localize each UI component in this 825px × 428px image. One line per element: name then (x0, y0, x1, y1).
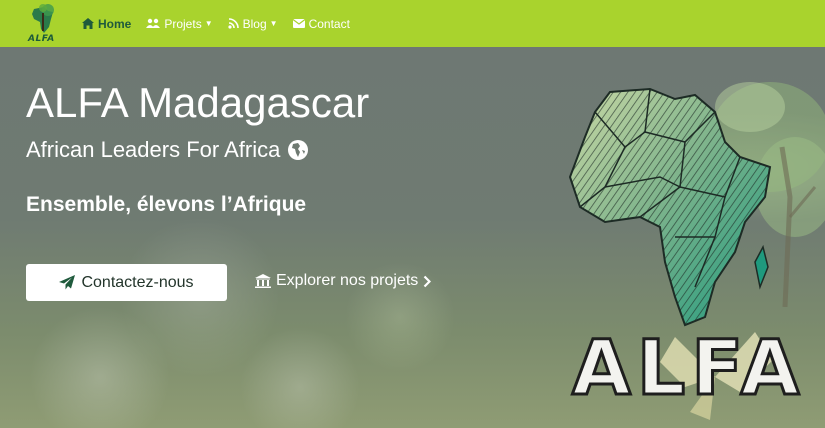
alfa-artwork-text: ALFA (570, 323, 806, 412)
nav-blog[interactable]: Blog ▼ (228, 17, 278, 31)
paper-plane-icon (59, 275, 76, 290)
nav-home-label: Home (98, 16, 132, 31)
explore-projects-label: Explorer nos projets (276, 272, 419, 289)
nav-blog-label: Blog (242, 16, 267, 31)
brand-logo[interactable]: ALFA (26, 3, 60, 45)
hero-section: ALFA ALFA Madagascar African Leaders For… (0, 47, 825, 428)
users-icon (146, 18, 161, 28)
explore-projects-link[interactable]: Explorer nos projets (255, 272, 432, 290)
nav-projets[interactable]: Projets ▼ (146, 16, 213, 31)
chevron-right-icon (424, 275, 432, 287)
contact-button-label: Contactez-nous (81, 273, 194, 291)
africa-tree-logo-icon (32, 3, 54, 33)
hero-subtitle-row: African Leaders For Africa (26, 137, 309, 163)
hero-tagline: Ensemble, élevons l’Afrique (26, 193, 307, 216)
chevron-down-icon: ▼ (269, 19, 278, 28)
brand-text: ALFA (28, 33, 55, 44)
africa-map-illustration (568, 87, 772, 327)
envelope-icon (292, 19, 305, 28)
nav-home[interactable]: Home (82, 17, 131, 31)
hero-title: ALFA Madagascar (26, 79, 370, 126)
contact-button[interactable]: Contactez-nous (26, 264, 227, 301)
nav-contact-label: Contact (308, 16, 350, 31)
top-navbar: ALFA Home Projets ▼ Blog ▼ Contact (0, 0, 825, 47)
nav-projets-label: Projets (164, 16, 202, 31)
chevron-down-icon: ▼ (204, 19, 213, 28)
home-icon (82, 18, 94, 29)
blog-icon (228, 18, 239, 29)
building-icon (255, 274, 271, 288)
globe-africa-icon (288, 140, 309, 160)
nav-contact[interactable]: Contact (292, 16, 350, 31)
hero-subtitle: African Leaders For Africa (26, 137, 281, 162)
